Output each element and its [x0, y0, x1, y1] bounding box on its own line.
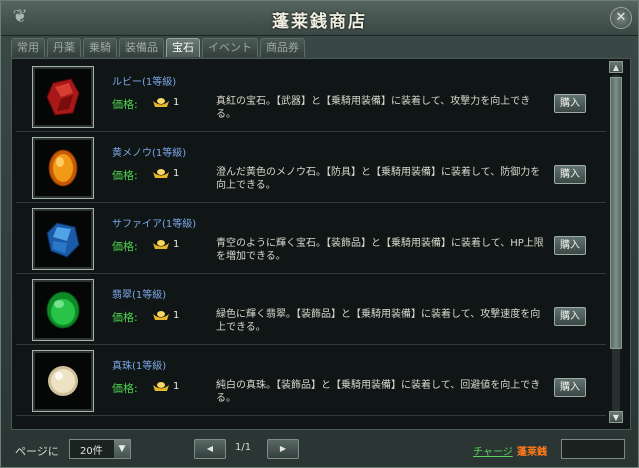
item-name[interactable]: ルビー(1等級) [112, 73, 176, 88]
list-item: ルビー(1等級) 価格: 1 真紅の宝石。【武器】と【乗騎用装備】に装着して、攻… [16, 61, 606, 132]
list-item: 翡翠(1等級) 価格: 1 緑色に輝く翡翠。【装飾品】と【乗騎用装備】に装着して… [16, 274, 606, 345]
currency-balance [561, 439, 625, 459]
tab-event[interactable]: イベント [202, 38, 258, 57]
page-size-value: 20件 [80, 446, 103, 457]
window-title: 蓬莱銭商店 [272, 12, 367, 32]
page-size-select[interactable]: 20件 ▼ [69, 439, 131, 459]
item-thumbnail[interactable] [32, 350, 94, 412]
arrow-up-icon: ▲ [612, 63, 620, 72]
item-thumbnail[interactable] [32, 137, 94, 199]
gold-ingot-icon [153, 98, 169, 107]
arrow-left-icon: ◀ [206, 444, 214, 453]
item-price: 1 [173, 381, 180, 392]
prev-page-button[interactable]: ◀ [194, 439, 226, 459]
item-name[interactable]: 黄メノウ(1等級) [112, 144, 186, 159]
price-label: 価格: [112, 169, 138, 182]
page-indicator: 1/1 [235, 442, 252, 453]
buy-button[interactable]: 購入 [554, 378, 586, 397]
item-thumbnail[interactable] [32, 208, 94, 270]
currency-label: 蓬莱銭 [517, 447, 547, 458]
tab-mount[interactable]: 乗騎 [83, 38, 117, 57]
tab-voucher[interactable]: 商品券 [260, 38, 305, 57]
arrow-down-icon: ▼ [612, 413, 620, 422]
gold-ingot-icon [153, 240, 169, 249]
scroll-thumb[interactable] [610, 77, 622, 349]
tab-gems[interactable]: 宝石 [166, 38, 200, 57]
item-description: 澄んだ黄色のメノウ石。【防具】と【乗騎用装備】に装着して、防御力を向上できる。 [216, 167, 541, 191]
price-label: 価格: [112, 98, 138, 111]
item-price: 1 [173, 97, 180, 108]
scroll-down-button[interactable]: ▼ [609, 411, 623, 423]
scroll-up-button[interactable]: ▲ [609, 61, 623, 73]
scrollbar[interactable]: ▲ ▼ [609, 61, 623, 425]
gold-ingot-icon [153, 311, 169, 320]
pearl-icon [48, 366, 78, 396]
buy-button[interactable]: 購入 [554, 307, 586, 326]
category-tabs: 常用 丹薬 乗騎 装備品 宝石 イベント 商品券 [11, 38, 307, 58]
page-size-label: ページに [15, 445, 59, 458]
shop-window: ❦ 蓬莱銭商店 ✕ 常用 丹薬 乗騎 装備品 宝石 イベント 商品券 ルビー(1… [0, 0, 639, 468]
sapphire-icon [46, 222, 80, 258]
item-thumbnail[interactable] [32, 279, 94, 341]
item-price: 1 [173, 168, 180, 179]
chevron-down-icon[interactable]: ▼ [114, 440, 130, 458]
item-name[interactable]: サファイア(1等級) [112, 215, 196, 230]
buy-button[interactable]: 購入 [554, 236, 586, 255]
price-label: 価格: [112, 311, 138, 324]
list-item: 黄メノウ(1等級) 価格: 1 澄んだ黄色のメノウ石。【防具】と【乗騎用装備】に… [16, 132, 606, 203]
gold-ingot-icon [153, 169, 169, 178]
item-description: 純白の真珠。【装飾品】と【乗騎用装備】に装着して、回避値を向上できる。 [216, 380, 541, 404]
list-item: 真珠(1等級) 価格: 1 純白の真珠。【装飾品】と【乗騎用装備】に装着して、回… [16, 345, 606, 416]
yellow-agate-icon [48, 149, 78, 187]
item-name[interactable]: 真珠(1等級) [112, 357, 166, 372]
tab-elixir[interactable]: 丹薬 [47, 38, 81, 57]
next-page-button[interactable]: ▶ [267, 439, 299, 459]
title-bar[interactable]: ❦ 蓬莱銭商店 ✕ [1, 1, 638, 36]
item-price: 1 [173, 239, 180, 250]
item-thumbnail[interactable] [32, 66, 94, 128]
footer-bar: ページに 20件 ▼ ◀ 1/1 ▶ チャージ 蓬莱銭 [1, 432, 638, 468]
buy-button[interactable]: 購入 [554, 94, 586, 113]
jade-icon [46, 291, 80, 329]
arrow-right-icon: ▶ [279, 444, 287, 453]
item-description: 緑色に輝く翡翠。【装飾品】と【乗騎用装備】に装着して、攻撃速度を向上できる。 [216, 309, 541, 333]
charge-link[interactable]: チャージ [473, 443, 513, 458]
item-description: 真紅の宝石。【武器】と【乗騎用装備】に装着して、攻撃力を向上できる。 [216, 96, 531, 120]
price-label: 価格: [112, 240, 138, 253]
gold-ingot-icon [153, 382, 169, 391]
ruby-icon [46, 78, 80, 116]
tab-equipment[interactable]: 装備品 [119, 38, 164, 57]
price-label: 価格: [112, 382, 138, 395]
close-icon: ✕ [615, 10, 627, 25]
list-item: サファイア(1等級) 価格: 1 青空のように輝く宝石。【装飾品】と【乗騎用装備… [16, 203, 606, 274]
close-button[interactable]: ✕ [610, 7, 632, 29]
item-list: ルビー(1等級) 価格: 1 真紅の宝石。【武器】と【乗騎用装備】に装着して、攻… [11, 58, 631, 430]
buy-button[interactable]: 購入 [554, 165, 586, 184]
item-price: 1 [173, 310, 180, 321]
item-name[interactable]: 翡翠(1等級) [112, 286, 166, 301]
item-description: 青空のように輝く宝石。【装飾品】と【乗騎用装備】に装着して、HP上限を増加できる… [216, 238, 544, 262]
tab-common[interactable]: 常用 [11, 38, 45, 57]
